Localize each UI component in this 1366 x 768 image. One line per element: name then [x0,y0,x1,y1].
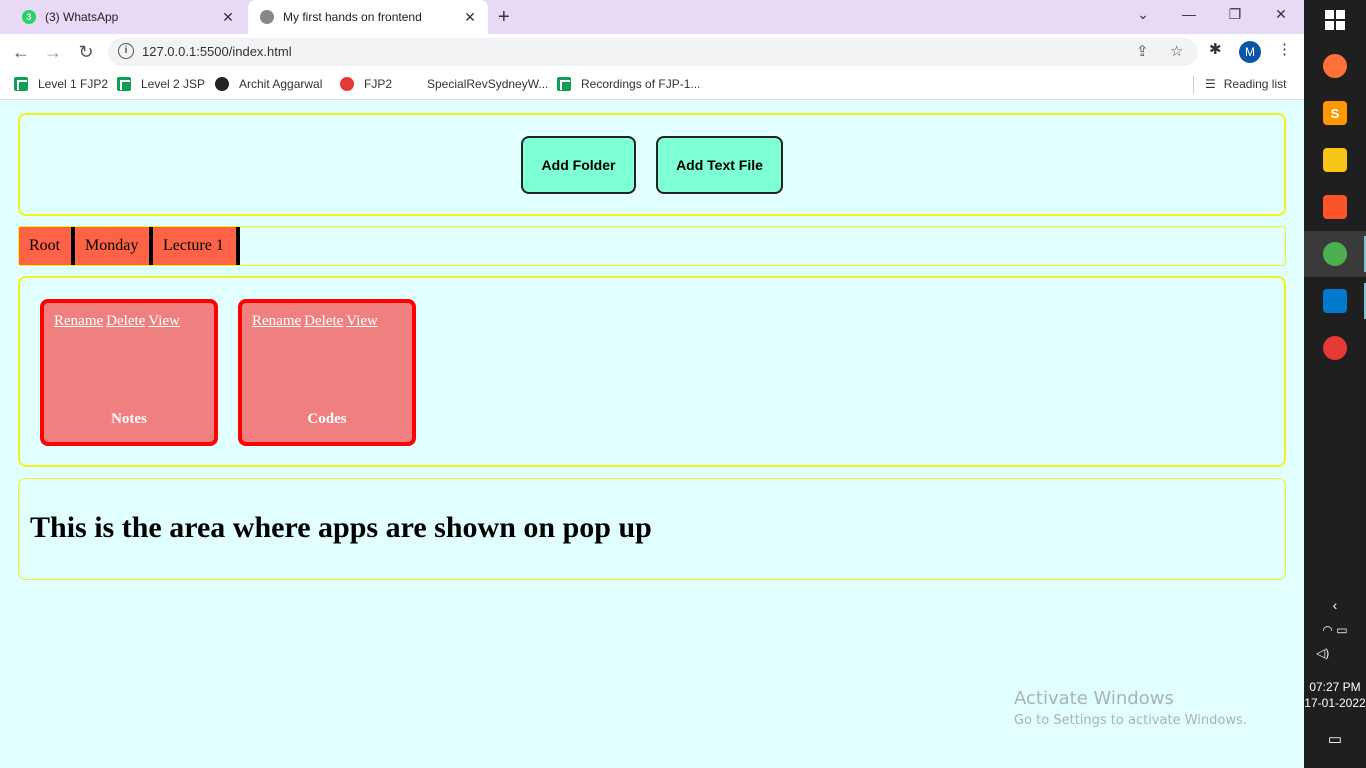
volume-icon[interactable]: ◁) [1304,646,1366,660]
browser-toolbar: ← → ↻ i 127.0.0.1:5500/index.html ⇪ ☆ ✱ … [0,34,1304,70]
bookmark-label: Archit Aggarwal [239,77,323,91]
rename-link[interactable]: Rename [54,313,103,329]
globe-icon [260,10,274,24]
actions-panel: Add Folder Add Text File [18,113,1286,216]
address-bar[interactable]: i 127.0.0.1:5500/index.html ⇪ ☆ [108,38,1198,66]
bookmark-label: SpecialRevSydneyW... [427,77,549,91]
delete-link[interactable]: Delete [304,313,343,329]
add-folder-button[interactable]: Add Folder [521,136,636,194]
clock-date[interactable]: 17-01-2022 [1304,696,1366,710]
new-tab-button[interactable]: + [498,6,510,28]
share-icon[interactable]: ⇪ [1136,42,1149,60]
menu-icon[interactable]: ⋮ [1277,40,1292,58]
sheets-icon [557,77,571,91]
site-info-icon[interactable]: i [118,43,134,59]
add-text-file-button[interactable]: Add Text File [656,136,783,194]
folders-container: Rename Delete View Notes Rename Delete View … [18,276,1286,467]
page-content: Add Folder Add Text File Root Monday Lec… [0,101,1304,768]
view-link[interactable]: View [346,313,378,329]
view-link[interactable]: View [148,313,180,329]
pizza-icon [340,77,354,91]
tab-whatsapp[interactable]: 3 (3) WhatsApp ✕ [0,0,246,34]
github-icon [215,77,229,91]
reload-button[interactable]: ↻ [75,41,97,63]
bookmark-item[interactable]: Archit Aggarwal [215,77,322,91]
bookmark-item[interactable]: Level 1 FJP2 [14,77,108,91]
file-explorer-icon[interactable] [1323,148,1347,172]
browser-window: 3 (3) WhatsApp ✕ My first hands on front… [0,0,1304,768]
delete-link[interactable]: Delete [106,313,145,329]
clock-time[interactable]: 07:27 PM [1304,680,1366,694]
folder-card-codes[interactable]: Rename Delete View Codes [238,299,416,446]
breadcrumb-lecture-1[interactable]: Lecture 1 [153,227,240,265]
bookmark-label: FJP2 [364,77,393,91]
activate-windows-watermark: Activate Windows Go to Settings to activ… [1014,688,1247,728]
close-window-button[interactable]: ✕ [1271,6,1291,23]
restore-button[interactable]: ❐ [1225,6,1245,23]
bookmarks-bar: Level 1 FJP2 Level 2 JSP Archit Aggarwal… [0,70,1304,100]
show-hidden-icons-icon[interactable]: ‹ [1304,597,1366,613]
bookmark-label: Level 1 FJP2 [38,77,109,91]
app-area: This is the area where apps are shown on… [18,478,1286,580]
bookmark-label: Level 2 JSP [141,77,206,91]
bookmark-label: Recordings of FJP-1... [581,77,701,91]
vscode-icon[interactable] [1323,289,1347,313]
minimize-button[interactable]: — [1179,6,1199,22]
extensions-icon[interactable]: ✱ [1209,40,1222,58]
network-battery-icon[interactable]: ◠ ▭ [1304,623,1366,637]
app-area-heading: This is the area where apps are shown on… [30,511,652,544]
sheets-icon [14,77,28,91]
tab-title: My first hands on frontend [283,10,422,24]
profile-avatar[interactable]: M [1239,41,1261,63]
brave-icon[interactable] [1323,195,1347,219]
chrome-icon[interactable] [1323,242,1347,266]
notifications-icon[interactable]: ▭ [1304,730,1366,748]
watermark-title: Activate Windows [1014,688,1174,709]
bookmark-star-icon[interactable]: ☆ [1170,42,1183,60]
tab-title: (3) WhatsApp [45,10,119,24]
bookmark-item[interactable]: Recordings of FJP-1... [557,77,700,91]
breadcrumb-monday[interactable]: Monday [75,227,153,265]
close-tab-icon[interactable]: ✕ [462,9,478,25]
tab-bar: 3 (3) WhatsApp ✕ My first hands on front… [0,0,1304,34]
back-button[interactable]: ← [10,41,32,63]
bookmark-item[interactable]: Level 2 JSP [117,77,205,91]
reading-list-label: Reading list [1223,77,1287,91]
breadcrumb: Root Monday Lecture 1 [18,226,1286,266]
url-text[interactable]: 127.0.0.1:5500/index.html [142,44,292,59]
breadcrumb-root[interactable]: Root [19,227,75,265]
close-tab-icon[interactable]: ✕ [220,9,236,25]
folder-name: Codes [307,411,347,427]
bookmark-item[interactable]: SpecialRevSydneyW... [427,77,548,91]
bookmark-item[interactable]: FJP2 [340,77,392,91]
bookmark-separator [1193,76,1194,94]
firefox-icon[interactable] [1323,54,1347,78]
folder-card-notes[interactable]: Rename Delete View Notes [40,299,218,446]
tab-active[interactable]: My first hands on frontend ✕ [248,0,488,34]
reading-list-icon: ☰ [1205,77,1216,91]
windows-taskbar: S ‹ ◠ ▭ ◁) 07:27 PM 17-01-2022 ▭ [1304,0,1366,768]
sublime-text-icon[interactable]: S [1323,101,1347,125]
watermark-subtitle: Go to Settings to activate Windows. [1014,713,1247,728]
chrome-icon[interactable] [1323,336,1347,360]
tab-search-icon[interactable]: ⌄ [1133,6,1153,23]
reading-list-button[interactable]: ☰ Reading list [1205,77,1286,91]
whatsapp-icon: 3 [22,10,36,24]
forward-button[interactable]: → [42,41,64,63]
rename-link[interactable]: Rename [252,313,301,329]
folder-name: Notes [111,411,147,427]
sheets-icon [117,77,131,91]
windows-start-icon[interactable] [1323,8,1347,32]
